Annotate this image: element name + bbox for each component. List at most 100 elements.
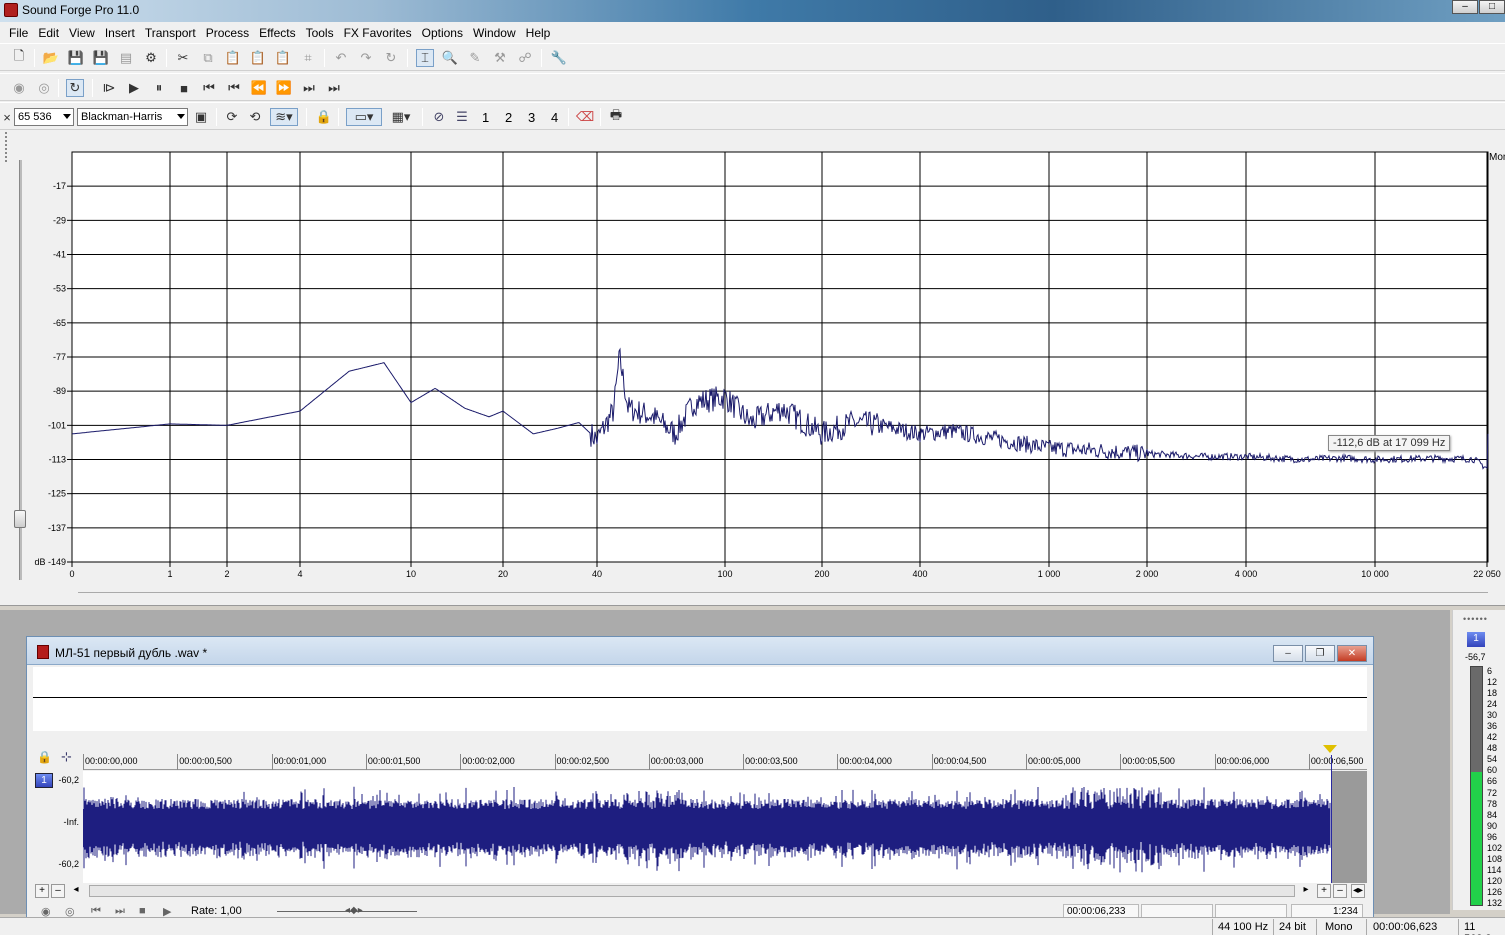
minimize-button[interactable]: – xyxy=(1452,0,1478,14)
magnify-tool-icon[interactable]: 🔍 xyxy=(441,49,459,67)
event-tool-icon[interactable]: ⚒ xyxy=(491,49,509,67)
fft-size-select[interactable]: 65 536 xyxy=(14,108,74,126)
menu-help[interactable]: Help xyxy=(521,26,556,40)
data-window-titlebar[interactable]: МЛ-51 первый дубль .wav * – ❐ ✕ xyxy=(27,637,1373,665)
new-file-icon[interactable]: 🗋 xyxy=(10,48,28,67)
dw-restore-button[interactable]: ❐ xyxy=(1305,645,1335,662)
record-monitor-icon[interactable]: ◎ xyxy=(35,79,53,97)
dw-stop-icon[interactable]: ■ xyxy=(139,905,146,917)
menu-process[interactable]: Process xyxy=(201,26,254,40)
waveform-area[interactable] xyxy=(82,771,1367,883)
loop-icon[interactable]: ↻ xyxy=(66,79,84,97)
rewind-icon[interactable]: ⏪ xyxy=(250,79,268,97)
save-icon[interactable]: 💾 xyxy=(67,49,85,67)
repeat-icon[interactable]: ↻ xyxy=(382,49,400,67)
meter-channel[interactable]: 1 xyxy=(1467,632,1485,647)
record-icon[interactable]: ◉ xyxy=(10,79,28,97)
dw-close-button[interactable]: ✕ xyxy=(1337,645,1367,662)
spectrum-chart[interactable]: -17 -29 -41 -53 -65 -77 -89 -101 -113 -125 -137 dB … xyxy=(0,130,1505,605)
snapshot-list-icon[interactable]: ☰ xyxy=(453,108,471,126)
status-bar: 44 100 Hz 24 bit Mono 00:00:06,623 11 56… xyxy=(0,917,1505,935)
play-icon[interactable]: ▶ xyxy=(125,79,143,97)
plugin-icon[interactable]: 🔧 xyxy=(550,49,568,67)
clear-icon[interactable]: ⊘ xyxy=(430,108,448,126)
y-tick-label: -65 xyxy=(53,318,66,328)
meter-grip[interactable]: •••••• xyxy=(1463,614,1488,624)
title-bar: Sound Forge Pro 11.0 – □ xyxy=(0,0,1505,22)
zoom-out-time-button[interactable]: – xyxy=(1333,884,1347,898)
undo-icon[interactable]: ↶ xyxy=(332,49,350,67)
render-icon[interactable]: ▤ xyxy=(117,49,135,67)
menu-insert[interactable]: Insert xyxy=(100,26,140,40)
dw-minimize-button[interactable]: – xyxy=(1273,645,1303,662)
go-to-start-icon[interactable]: ⏮ xyxy=(200,79,218,97)
edit-tool-icon[interactable]: ⌶ xyxy=(416,49,434,67)
horizontal-scrollbar: + – ◂ ▸ + – ◂▸ xyxy=(33,883,1367,899)
zoom-out-button[interactable]: – xyxy=(51,884,65,898)
scroll-right-icon[interactable]: ▸ xyxy=(1299,884,1313,898)
paste-icon[interactable]: 📋 xyxy=(224,49,242,67)
properties-icon[interactable]: ⚙ xyxy=(142,49,160,67)
menu-file[interactable]: File xyxy=(4,26,33,40)
pause-icon[interactable]: ⏸ xyxy=(150,79,168,97)
menu-fx-favorites[interactable]: FX Favorites xyxy=(339,26,417,40)
envelope-tool-icon[interactable]: ☍ xyxy=(516,49,534,67)
save-as-icon[interactable]: 💾 xyxy=(92,49,110,67)
go-to-end-icon[interactable]: ⏭ xyxy=(325,79,343,97)
time-ruler[interactable]: 00:00:00,000 00:00:00,500 00:00:01,000 00:0… xyxy=(83,754,1367,770)
play-all-icon[interactable]: ⧐ xyxy=(100,79,118,97)
display-mode-icon[interactable]: ≋▾ xyxy=(270,108,298,126)
sonogram-icon[interactable]: ▦▾ xyxy=(385,108,417,126)
zoom-in-button[interactable]: + xyxy=(35,884,49,898)
meter-tick-label: 30 xyxy=(1487,710,1498,721)
menu-transport[interactable]: Transport xyxy=(140,26,201,40)
eraser-icon[interactable]: ⌫ xyxy=(576,108,594,126)
paste-special-icon[interactable]: 📋 xyxy=(249,49,267,67)
maximize-button[interactable]: □ xyxy=(1479,0,1505,14)
mix-paste-icon[interactable]: 📋 xyxy=(274,49,292,67)
refresh-icon[interactable]: ⟳ xyxy=(223,108,241,126)
snapshot-2-button[interactable]: 2 xyxy=(505,110,512,125)
cut-icon[interactable]: ✂ xyxy=(174,49,192,67)
ruler-tick xyxy=(1026,754,1027,770)
snapshot-4-button[interactable]: 4 xyxy=(551,110,558,125)
menu-view[interactable]: View xyxy=(64,26,100,40)
window-function-select[interactable]: Blackman-Harris xyxy=(77,108,188,126)
channel-number[interactable]: 1 xyxy=(35,773,53,788)
ruler-tick xyxy=(648,754,650,770)
rate-slider-thumb[interactable]: ◂◆▸ xyxy=(345,905,363,916)
menu-window[interactable]: Window xyxy=(468,26,521,40)
crop-icon[interactable]: ⌗ xyxy=(299,49,317,67)
next-icon[interactable]: ⏭ xyxy=(300,79,318,97)
settings-icon[interactable]: ▣ xyxy=(192,108,210,126)
cursor-marker[interactable] xyxy=(1323,745,1337,753)
snapshot-1-button[interactable]: 1 xyxy=(482,110,489,125)
scroll-left-icon[interactable]: ◂ xyxy=(69,884,83,898)
lock-icon[interactable]: 🔒 xyxy=(315,108,333,126)
graph-type-icon[interactable]: ▭▾ xyxy=(346,108,382,126)
fast-forward-icon[interactable]: ⏩ xyxy=(275,79,293,97)
zoom-in-time-button[interactable]: + xyxy=(1317,884,1331,898)
pencil-tool-icon[interactable]: ✎ xyxy=(466,49,484,67)
app-icon xyxy=(4,3,18,17)
menu-tools[interactable]: Tools xyxy=(301,26,339,40)
waveform-tail[interactable] xyxy=(1331,771,1367,883)
redo-icon[interactable]: ↷ xyxy=(357,49,375,67)
lock-icon[interactable]: 🔒 xyxy=(37,750,52,764)
menu-effects[interactable]: Effects xyxy=(254,26,300,40)
overview-bar[interactable] xyxy=(33,667,1367,731)
ruler-label: 00:00:01,000 xyxy=(273,756,327,766)
close-panel-icon[interactable]: × xyxy=(2,108,12,126)
zoom-normalize-button[interactable]: ◂▸ xyxy=(1351,884,1365,898)
snap-icon[interactable]: ⊹ xyxy=(61,749,72,765)
menu-edit[interactable]: Edit xyxy=(33,26,64,40)
snapshot-3-button[interactable]: 3 xyxy=(528,110,535,125)
auto-update-icon[interactable]: ⟲ xyxy=(246,108,264,126)
menu-options[interactable]: Options xyxy=(417,26,468,40)
open-folder-icon[interactable]: 📂 xyxy=(42,49,60,67)
previous-icon[interactable]: ⏮ xyxy=(225,79,243,97)
print-icon[interactable]: 🖶 xyxy=(607,107,625,126)
stop-icon[interactable]: ■ xyxy=(175,79,193,97)
scroll-track[interactable] xyxy=(89,885,1295,897)
copy-icon[interactable]: ⧉ xyxy=(199,49,217,67)
